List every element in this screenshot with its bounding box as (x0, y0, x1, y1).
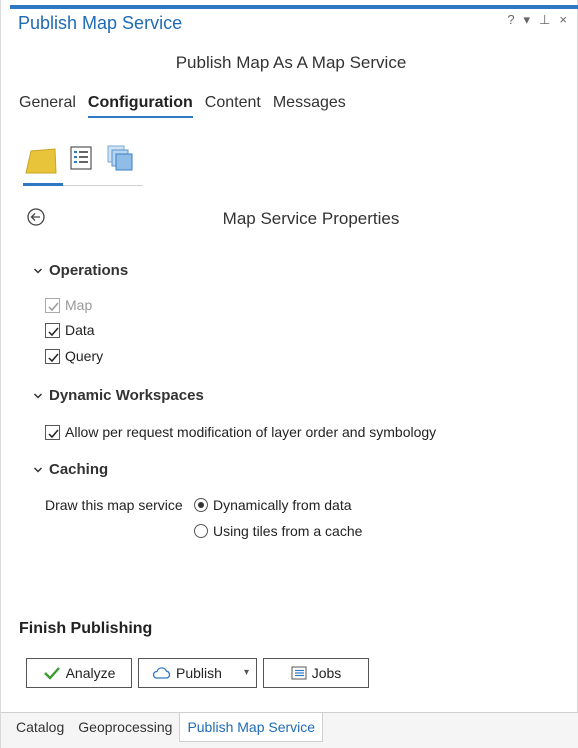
pin-icon[interactable]: ⊥ (539, 12, 550, 28)
checkmark-icon (48, 302, 59, 311)
chevron-down-icon (33, 392, 43, 399)
operation-data-label: Data (65, 322, 95, 338)
finish-publishing-header: Finish Publishing (19, 620, 153, 637)
publish-button[interactable]: Publish ▾ (138, 658, 257, 688)
publish-map-service-pane: Publish Map Service ? ▾ ⊥ × Publish Map … (0, 0, 578, 748)
radio-tiles-label: Using tiles from a cache (213, 523, 363, 539)
subtab-layer-properties[interactable] (68, 143, 104, 185)
caching-header[interactable]: Caching (33, 461, 108, 478)
close-icon[interactable]: × (559, 12, 567, 28)
checkmark-icon (48, 429, 59, 438)
caching-header-label: Caching (49, 461, 109, 478)
chevron-down-icon (33, 267, 43, 274)
stacked-layers-icon (107, 145, 133, 171)
checkmark-icon (43, 667, 60, 680)
main-tabs: General Configuration Content Messages (19, 94, 346, 118)
bottom-pane-tabs: Catalog Geoprocessing Publish Map Servic… (1, 712, 578, 748)
radio-dynamic-label: Dynamically from data (213, 497, 352, 513)
allow-modification-checkbox[interactable] (45, 424, 60, 440)
publish-button-label: Publish (176, 665, 222, 681)
operation-query-checkbox[interactable] (45, 348, 60, 364)
allow-modification-label: Allow per request modification of layer … (65, 424, 437, 440)
bottom-tab-catalog[interactable]: Catalog (9, 713, 71, 743)
subtab-map-properties[interactable] (23, 143, 63, 186)
checkmark-icon (48, 353, 59, 362)
operation-query-row[interactable]: Query (45, 348, 103, 364)
list-icon (291, 666, 307, 680)
bottom-tab-geoprocessing[interactable]: Geoprocessing (71, 713, 179, 743)
operation-map-checkbox (45, 297, 60, 313)
pane-title: Publish Map Service (18, 13, 183, 33)
tab-content[interactable]: Content (205, 94, 261, 118)
tab-general[interactable]: General (19, 94, 76, 118)
menu-dropdown-icon[interactable]: ▾ (524, 12, 531, 28)
radio-tiles-button[interactable] (194, 524, 208, 538)
analyze-button-label: Analyze (65, 665, 116, 681)
map-folder-icon (25, 148, 57, 174)
radio-dynamic-button[interactable] (194, 498, 208, 512)
checkmark-icon (48, 327, 59, 336)
section-title: Map Service Properties (222, 209, 400, 228)
tab-messages[interactable]: Messages (273, 94, 346, 118)
operation-map-label: Map (65, 297, 93, 313)
radio-dynamic-row[interactable]: Dynamically from data (194, 497, 352, 513)
operation-map-row: Map (45, 297, 92, 313)
window-controls: ? ▾ ⊥ × (507, 12, 567, 28)
bottom-tab-publish-map-service[interactable]: Publish Map Service (179, 713, 324, 742)
operations-header[interactable]: Operations (33, 262, 128, 279)
configuration-subtabs (23, 143, 143, 186)
jobs-button-label: Jobs (311, 665, 342, 681)
operations-header-label: Operations (49, 262, 129, 279)
dynamic-workspaces-header-label: Dynamic Workspaces (49, 387, 204, 404)
chevron-down-icon (33, 466, 43, 473)
subtab-pooling[interactable] (105, 143, 141, 185)
list-properties-icon (70, 146, 92, 170)
radio-tiles-row[interactable]: Using tiles from a cache (194, 523, 362, 539)
operation-data-row[interactable]: Data (45, 322, 95, 338)
operation-query-label: Query (65, 348, 104, 364)
pane-accent-bar (10, 5, 578, 9)
dynamic-workspaces-header[interactable]: Dynamic Workspaces (33, 387, 204, 404)
jobs-button[interactable]: Jobs (263, 658, 369, 688)
tab-configuration[interactable]: Configuration (87, 94, 193, 118)
help-icon[interactable]: ? (507, 12, 514, 28)
pane-subtitle: Publish Map As A Map Service (175, 53, 407, 72)
allow-modification-row[interactable]: Allow per request modification of layer … (45, 424, 436, 440)
operation-data-checkbox[interactable] (45, 322, 60, 338)
chevron-down-icon[interactable]: ▾ (244, 667, 249, 678)
draw-map-service-label: Draw this map service (45, 497, 183, 513)
analyze-button[interactable]: Analyze (26, 658, 132, 688)
cloud-icon (152, 667, 171, 679)
